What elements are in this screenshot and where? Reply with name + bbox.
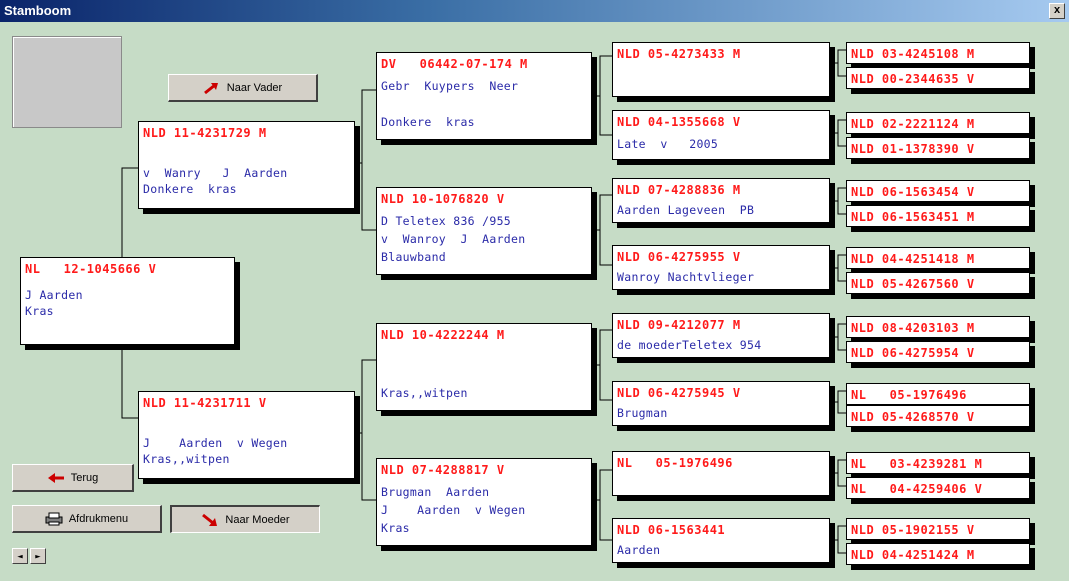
- color-line: Donkere kras: [143, 182, 237, 196]
- pedigree-box-g4-1[interactable]: NLD 00-2344635 V: [846, 67, 1030, 89]
- info-line: Brugman Aarden: [381, 485, 490, 499]
- pedigree-box-g4-8[interactable]: NLD 08-4203103 M: [846, 316, 1030, 338]
- pedigree-box-g4-10[interactable]: NL 05-1976496: [846, 383, 1030, 405]
- ring-number: NLD 00-2344635 V: [851, 72, 975, 86]
- info-line: Aarden Lageveen PB: [617, 203, 755, 217]
- pedigree-box-mother[interactable]: NLD 11-4231711 V J Aarden v Wegen Kras,,…: [138, 391, 355, 479]
- ring-number: NLD 04-4251424 M: [851, 548, 975, 562]
- pedigree-box-g4-11[interactable]: NLD 05-4268570 V: [846, 405, 1030, 427]
- pedigree-box-fff[interactable]: NLD 05-4273433 M: [612, 42, 830, 97]
- ring-number: NLD 10-4222244 M: [381, 328, 505, 342]
- info-line: Aarden: [617, 543, 661, 557]
- ring-number: NLD 10-1076820 V: [381, 192, 505, 206]
- pedigree-box-g4-4[interactable]: NLD 06-1563454 V: [846, 180, 1030, 202]
- ring-number: DV 06442-07-174 M: [381, 57, 528, 71]
- pedigree-box-mm[interactable]: NLD 07-4288817 V Brugman Aarden J Aarden…: [376, 458, 592, 546]
- owner-line: v Wanroy J Aarden: [381, 232, 526, 246]
- info-line: de moederTeletex 954: [617, 338, 762, 352]
- owner-line: J Aarden v Wegen: [143, 436, 288, 450]
- ring-number: NLD 06-4275954 V: [851, 346, 975, 360]
- pedigree-box-g4-15[interactable]: NLD 04-4251424 M: [846, 543, 1030, 565]
- ring-number: NLD 02-2221124 M: [851, 117, 975, 131]
- ring-number: NLD 05-4267560 V: [851, 277, 975, 291]
- ring-number: NLD 11-4231729 M: [143, 126, 267, 140]
- ring-number: NLD 06-1563451 M: [851, 210, 975, 224]
- pedigree-box-g4-7[interactable]: NLD 05-4267560 V: [846, 272, 1030, 294]
- color-line: Blauwband: [381, 250, 447, 264]
- ring-number: NL 05-1976496: [617, 456, 733, 470]
- ring-number: NLD 08-4203103 M: [851, 321, 975, 335]
- info-line: Brugman: [617, 406, 668, 420]
- ring-number: NLD 01-1378390 V: [851, 142, 975, 156]
- ring-number: NLD 07-4288817 V: [381, 463, 505, 477]
- pedigree-box-g4-14[interactable]: NLD 05-1902155 V: [846, 518, 1030, 540]
- ring-number: NL 05-1976496: [851, 388, 967, 402]
- pedigree-box-father[interactable]: NLD 11-4231729 M v Wanry J Aarden Donker…: [138, 121, 355, 209]
- pedigree-box-mmf[interactable]: NL 05-1976496: [612, 451, 830, 496]
- owner-line: J Aarden v Wegen: [381, 503, 526, 517]
- ring-number: NLD 05-1902155 V: [851, 523, 975, 537]
- ring-number: NLD 05-4268570 V: [851, 410, 975, 424]
- pedigree-box-g4-6[interactable]: NLD 04-4251418 M: [846, 247, 1030, 269]
- pedigree-box-ff[interactable]: DV 06442-07-174 M Gebr Kuypers Neer Donk…: [376, 52, 592, 140]
- owner-line: J Aarden: [25, 288, 83, 302]
- pedigree-box-ffm[interactable]: NLD 04-1355668 V Late v 2005: [612, 110, 830, 160]
- pedigree-box-g4-12[interactable]: NL 03-4239281 M: [846, 452, 1030, 474]
- pedigree-box-fm[interactable]: NLD 10-1076820 V D Teletex 836 /955 v Wa…: [376, 187, 592, 275]
- ring-number: NL 12-1045666 V: [25, 262, 157, 276]
- owner-line: v Wanry J Aarden: [143, 166, 288, 180]
- pedigree-box-mf[interactable]: NLD 10-4222244 M Kras,,witpen: [376, 323, 592, 411]
- color-line: Kras,,witpen: [143, 452, 230, 466]
- info-line: Late v 2005: [617, 137, 719, 151]
- pedigree-box-g4-0[interactable]: NLD 03-4245108 M: [846, 42, 1030, 64]
- pedigree-box-subject[interactable]: NL 12-1045666 V J Aarden Kras: [20, 257, 235, 345]
- ring-number: NL 03-4239281 M: [851, 457, 983, 471]
- ring-number: NL 04-4259406 V: [851, 482, 983, 496]
- pedigree-box-g4-5[interactable]: NLD 06-1563451 M: [846, 205, 1030, 227]
- pedigree-box-g4-13[interactable]: NL 04-4259406 V: [846, 477, 1030, 499]
- color-line: Kras,,witpen: [381, 386, 468, 400]
- pedigree-box-g4-2[interactable]: NLD 02-2221124 M: [846, 112, 1030, 134]
- ring-number: NLD 05-4273433 M: [617, 47, 741, 61]
- ring-number: NLD 06-1563454 V: [851, 185, 975, 199]
- pedigree-box-mff[interactable]: NLD 09-4212077 M de moederTeletex 954: [612, 313, 830, 358]
- ring-number: NLD 06-4275945 V: [617, 386, 741, 400]
- pedigree-box-g4-9[interactable]: NLD 06-4275954 V: [846, 341, 1030, 363]
- ring-number: NLD 07-4288836 M: [617, 183, 741, 197]
- ring-number: NLD 04-4251418 M: [851, 252, 975, 266]
- color-line: Kras: [381, 521, 410, 535]
- ring-number: NLD 04-1355668 V: [617, 115, 741, 129]
- ring-number: NLD 09-4212077 M: [617, 318, 741, 332]
- pedigree-box-fmm[interactable]: NLD 06-4275955 V Wanroy Nachtvlieger: [612, 245, 830, 290]
- pedigree-box-mmm[interactable]: NLD 06-1563441 Aarden: [612, 518, 830, 563]
- color-line: Donkere kras: [381, 115, 475, 129]
- ring-number: NLD 06-4275955 V: [617, 250, 741, 264]
- color-line: Kras: [25, 304, 54, 318]
- pedigree-box-mfm[interactable]: NLD 06-4275945 V Brugman: [612, 381, 830, 426]
- ring-number: NLD 06-1563441: [617, 523, 726, 537]
- info-line: D Teletex 836 /955: [381, 214, 512, 228]
- pedigree-box-fmf[interactable]: NLD 07-4288836 M Aarden Lageveen PB: [612, 178, 830, 223]
- ring-number: NLD 03-4245108 M: [851, 47, 975, 61]
- ring-number: NLD 11-4231711 V: [143, 396, 267, 410]
- owner-line: Gebr Kuypers Neer: [381, 79, 519, 93]
- pedigree-box-g4-3[interactable]: NLD 01-1378390 V: [846, 137, 1030, 159]
- info-line: Wanroy Nachtvlieger: [617, 270, 755, 284]
